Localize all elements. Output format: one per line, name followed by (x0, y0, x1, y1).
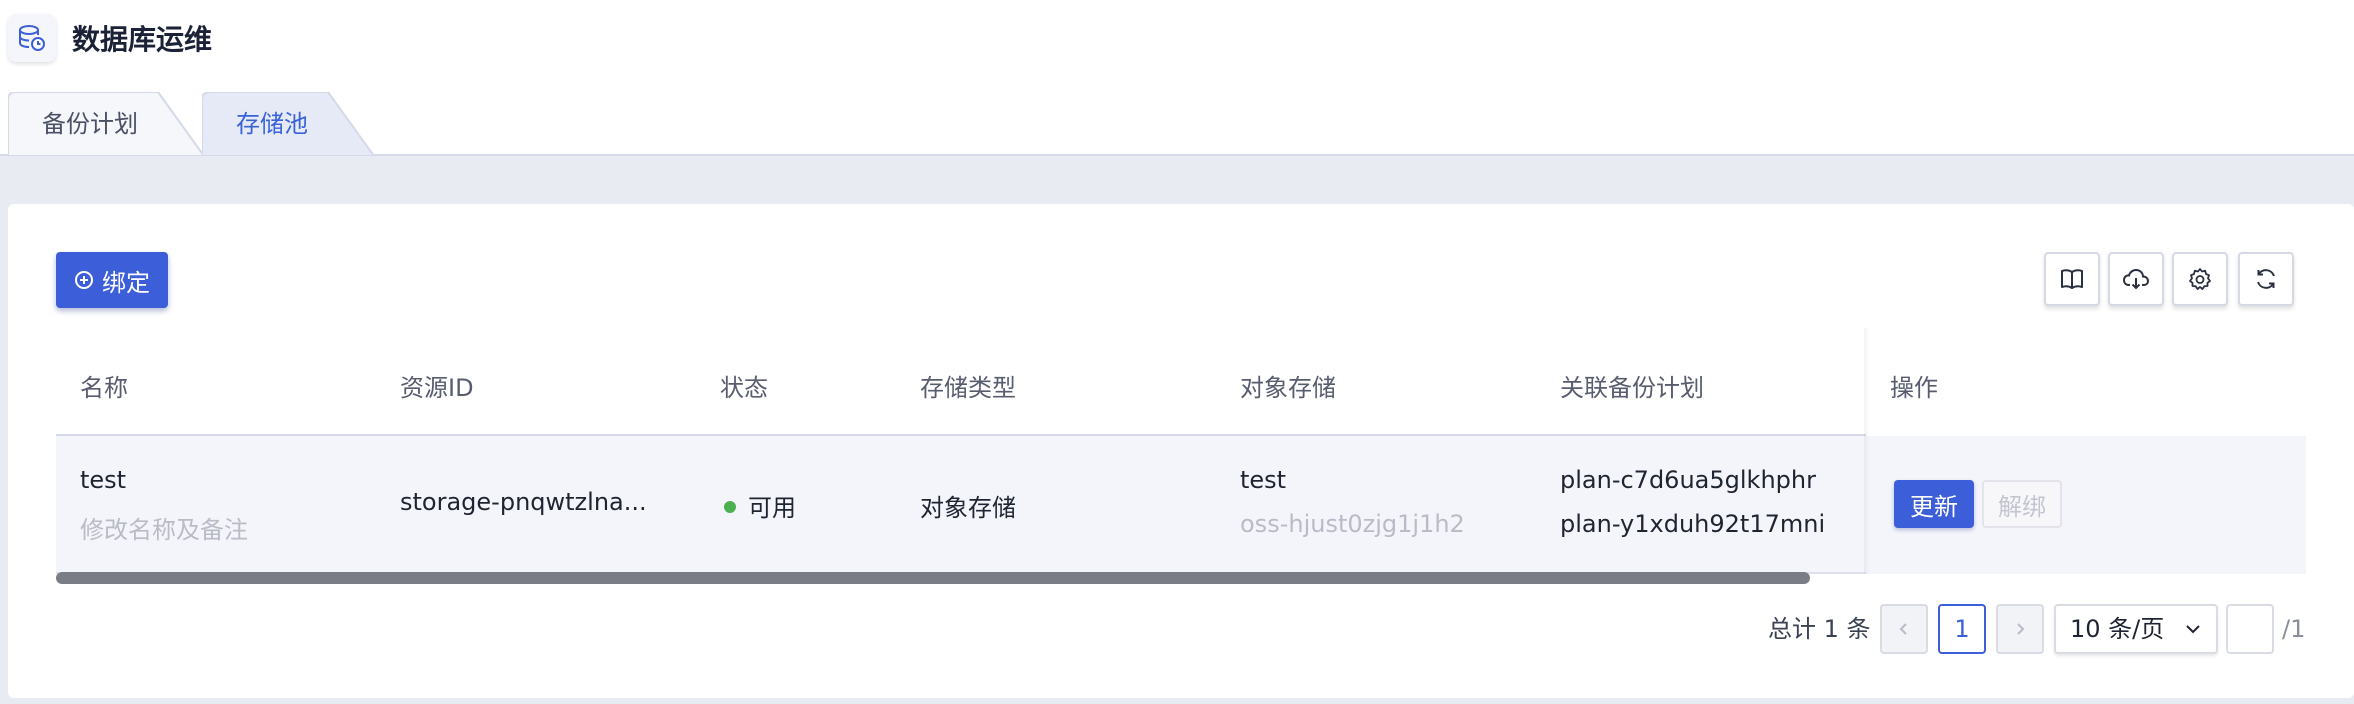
app-header: 数据库运维 (0, 0, 2354, 84)
related-plan-link[interactable]: plan-y1xduh92t17mni (1560, 510, 1825, 538)
settings-button[interactable] (2172, 252, 2228, 306)
unbind-button: 解绑 (1982, 480, 2062, 528)
page-size-value: 10 条/页 (2070, 615, 2165, 643)
tab-bar: 备份计划 存储池 (0, 84, 2354, 156)
gear-icon (2189, 268, 2211, 290)
status-dot-icon (724, 501, 736, 513)
related-plan-link[interactable]: plan-c7d6ua5glkhphr (1560, 466, 1816, 494)
book-icon (2061, 269, 2083, 289)
status-text: 可用 (748, 494, 796, 522)
column-header-object-storage: 对象存储 (1240, 374, 1336, 402)
bind-button[interactable]: 绑定 (56, 252, 168, 308)
pool-name: test (80, 466, 127, 494)
plus-circle-icon (75, 271, 93, 289)
edit-name-link[interactable]: 修改名称及备注 (80, 510, 248, 545)
chevron-right-icon (2017, 623, 2025, 635)
column-header-operations: 操作 (1890, 374, 1938, 402)
cloud-download-icon (2122, 268, 2150, 290)
tab-label: 备份计划 (42, 110, 138, 138)
column-header-status: 状态 (720, 374, 768, 402)
column-header-related-plans: 关联备份计划 (1560, 374, 1704, 402)
tab-backup-plan[interactable]: 备份计划 (8, 92, 204, 156)
docs-button[interactable] (2044, 252, 2100, 306)
bind-button-label: 绑定 (102, 268, 150, 297)
column-header-resource-id: 资源ID (400, 374, 474, 402)
refresh-icon (2257, 269, 2275, 289)
chevron-down-icon (2186, 625, 2200, 634)
download-button[interactable] (2108, 252, 2164, 306)
next-page-button[interactable] (1996, 604, 2044, 654)
update-button[interactable]: 更新 (1894, 480, 1974, 528)
total-pages: /1 (2282, 615, 2306, 643)
tab-storage-pool[interactable]: 存储池 (202, 92, 374, 156)
resource-id: storage-pnqwtzlna... (400, 488, 647, 516)
storage-type: 对象存储 (920, 494, 1016, 522)
tab-label: 存储池 (236, 110, 308, 138)
content-card: 绑定 名称 资源ID 状态 存储类型 对象存储 关联备份计划 test 修改名称… (8, 204, 2354, 698)
page-number-button[interactable]: 1 (1938, 604, 1986, 654)
column-header-storage-type: 存储类型 (920, 374, 1016, 402)
status-badge: 可用 (724, 488, 796, 523)
page-jump-input[interactable] (2226, 604, 2274, 654)
column-header-name: 名称 (80, 374, 128, 402)
horizontal-scrollbar[interactable] (56, 572, 2306, 586)
chevron-left-icon (1899, 623, 1907, 635)
object-storage-id: oss-hjust0zjg1j1h2 (1240, 510, 1465, 538)
page-size-select[interactable]: 10 条/页 (2054, 604, 2218, 654)
total-count: 总计 1 条 (1768, 615, 1871, 643)
object-storage-name[interactable]: test (1240, 466, 1286, 494)
refresh-button[interactable] (2238, 252, 2294, 306)
prev-page-button[interactable] (1880, 604, 1928, 654)
operations-header-cell: 操作 (1866, 340, 2306, 436)
scrollbar-thumb[interactable] (56, 572, 1810, 584)
fixed-column-shadow (1864, 328, 1870, 574)
page-title: 数据库运维 (72, 23, 213, 56)
database-clock-icon (8, 14, 56, 62)
